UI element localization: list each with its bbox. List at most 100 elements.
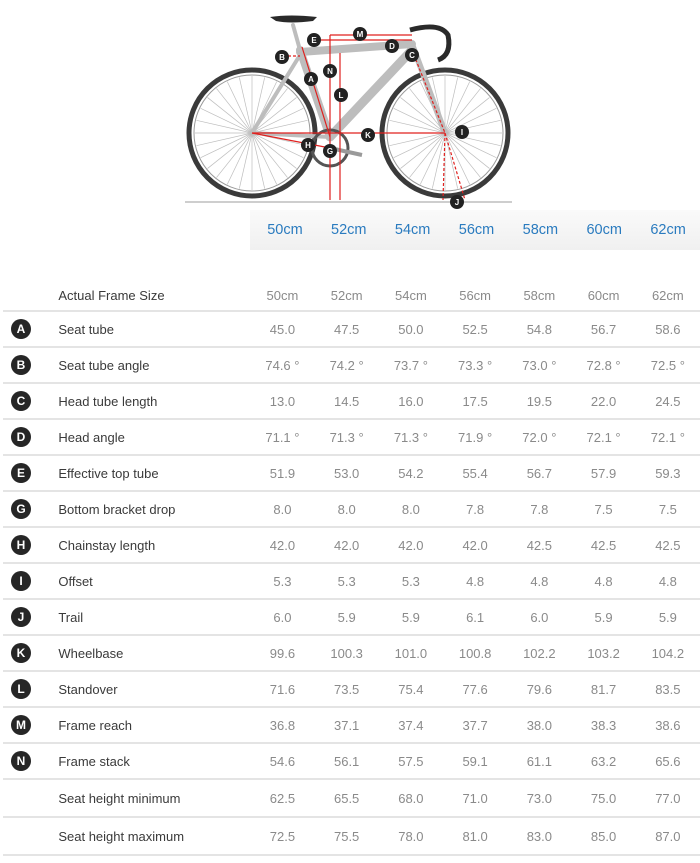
table-row: N Frame stack 54.6 56.1 57.5 59.1 61.1 63.2 65.6: [3, 743, 700, 780]
wheel-spoke: [419, 132, 446, 185]
size-tab-54[interactable]: 54cm: [381, 210, 445, 250]
measurement-value: 19.5: [507, 383, 572, 420]
measurement-value: 85.0: [571, 817, 636, 856]
measurement-value: 54.8: [507, 311, 572, 348]
measurement-value: 73.0: [507, 779, 572, 818]
measurement-label: Seat tube angle: [58, 347, 251, 384]
badge-cell: [3, 779, 59, 818]
measurement-value: 8.0: [250, 491, 315, 528]
measurement-value: 53.0: [314, 455, 379, 492]
wheel-spoke: [444, 132, 497, 159]
measurement-value: 62.5: [250, 779, 315, 818]
table-row: E Effective top tube 51.9 53.0 54.2 55.4 56.7 5…: [3, 455, 700, 492]
badge-cell: D: [3, 419, 59, 456]
badge-cell: E: [3, 455, 59, 492]
measurement-label: Frame reach: [58, 707, 251, 744]
measurement-letter-badge: E: [11, 463, 31, 483]
marker-h: H: [301, 138, 315, 152]
table-row: M Frame reach 36.8 37.1 37.4 37.7 38.0 38.3 38.6: [3, 707, 700, 744]
measurement-value: 63.2: [571, 743, 636, 780]
measurement-letter-badge: I: [11, 571, 31, 591]
wheel-spoke: [444, 81, 471, 134]
header-size: 50cm: [250, 280, 315, 312]
measurement-value: 4.8: [507, 563, 572, 600]
table-row: G Bottom bracket drop 8.0 8.0 8.0 7.8 7.8 7.5 7.…: [3, 491, 700, 528]
measurement-value: 73.7 °: [378, 347, 443, 384]
measurement-label: Effective top tube: [58, 455, 251, 492]
measurement-value: 72.5 °: [635, 347, 700, 384]
measurement-value: 7.5: [571, 491, 636, 528]
measurement-letter-badge: G: [11, 499, 31, 519]
size-tab-58[interactable]: 58cm: [508, 210, 572, 250]
measurement-value: 55.4: [443, 455, 508, 492]
wheel-spoke: [226, 132, 253, 185]
measurement-value: 5.9: [314, 599, 379, 636]
size-tab-50[interactable]: 50cm: [253, 210, 317, 250]
measurement-value: 5.3: [250, 563, 315, 600]
measurement-value: 59.3: [635, 455, 700, 492]
measurement-value: 7.8: [507, 491, 572, 528]
measurement-value: 71.0: [443, 779, 508, 818]
badge-cell: N: [3, 743, 59, 780]
measurement-value: 81.7: [571, 671, 636, 708]
header-size: 62cm: [635, 280, 700, 312]
measurement-letter-badge: K: [11, 643, 31, 663]
size-selector: 50cm 52cm 54cm 56cm 58cm 60cm 62cm: [250, 210, 700, 250]
measurement-letter-badge: J: [11, 607, 31, 627]
measurement-value: 81.0: [443, 817, 508, 856]
measurement-letter-badge: B: [11, 355, 31, 375]
measurement-label: Seat height minimum: [58, 779, 251, 818]
table-row: H Chainstay length 42.0 42.0 42.0 42.0 42.5 42.…: [3, 527, 700, 564]
measurement-letter-badge: D: [11, 427, 31, 447]
measurement-value: 77.0: [635, 779, 700, 818]
header-label: Actual Frame Size: [58, 280, 251, 312]
measurement-value: 36.8: [250, 707, 315, 744]
size-tab-62[interactable]: 62cm: [636, 210, 700, 250]
svg-text:G: G: [327, 147, 333, 156]
measurement-value: 47.5: [314, 311, 379, 348]
badge-cell: G: [3, 491, 59, 528]
badge-cell: B: [3, 347, 59, 384]
measurement-value: 79.6: [507, 671, 572, 708]
measurement-value: 54.6: [250, 743, 315, 780]
badge-cell: H: [3, 527, 59, 564]
table-row: C Head tube length 13.0 14.5 16.0 17.5 19.5 22.…: [3, 383, 700, 420]
marker-a: A: [304, 72, 318, 86]
size-tab-52[interactable]: 52cm: [317, 210, 381, 250]
marker-g: G: [323, 144, 337, 158]
measurement-value: 83.0: [507, 817, 572, 856]
measurement-value: 72.1 °: [635, 419, 700, 456]
measurement-label: Frame stack: [58, 743, 251, 780]
badge-cell: J: [3, 599, 59, 636]
measurement-value: 42.5: [635, 527, 700, 564]
measurement-label: Bottom bracket drop: [58, 491, 251, 528]
measurement-letter-badge: H: [11, 535, 31, 555]
size-tab-56[interactable]: 56cm: [445, 210, 509, 250]
measurement-value: 38.0: [507, 707, 572, 744]
table-row: B Seat tube angle 74.6 ° 74.2 ° 73.7 ° 73.3 °…: [3, 347, 700, 384]
measurement-label: Standover: [58, 671, 251, 708]
measurement-value: 45.0: [250, 311, 315, 348]
measurement-value: 37.7: [443, 707, 508, 744]
measurement-value: 102.2: [507, 635, 572, 672]
marker-l: L: [334, 88, 348, 102]
measurement-value: 50.0: [378, 311, 443, 348]
header-size: 56cm: [443, 280, 508, 312]
wheel-spoke: [200, 107, 253, 134]
badge-cell: L: [3, 671, 59, 708]
measurement-value: 56.7: [571, 311, 636, 348]
measurement-value: 42.0: [314, 527, 379, 564]
measurement-value: 38.3: [571, 707, 636, 744]
measurement-value: 13.0: [250, 383, 315, 420]
measurement-value: 71.9 °: [443, 419, 508, 456]
measurement-value: 73.0 °: [507, 347, 572, 384]
size-tab-60[interactable]: 60cm: [572, 210, 636, 250]
measurement-letter-badge: M: [11, 715, 31, 735]
measurement-value: 6.0: [507, 599, 572, 636]
measurement-label: Chainstay length: [58, 527, 251, 564]
measurement-value: 59.1: [443, 743, 508, 780]
measurement-value: 4.8: [443, 563, 508, 600]
svg-text:H: H: [305, 141, 311, 150]
saddle: [270, 15, 317, 23]
wheel-spoke: [226, 81, 253, 134]
